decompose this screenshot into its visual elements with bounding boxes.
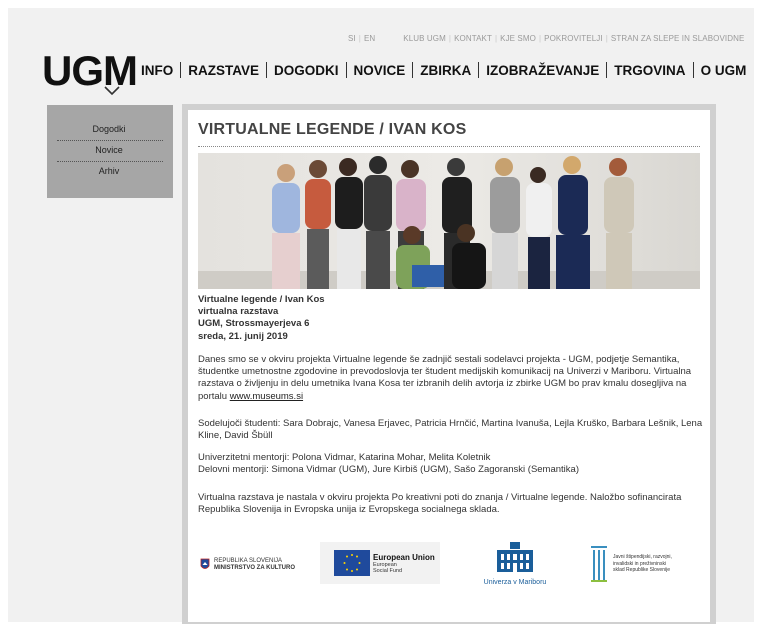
- lang-en-link[interactable]: EN: [361, 34, 378, 43]
- ministry-line-1: REPUBLIKA SLOVENIJA: [214, 558, 283, 564]
- article-paragraph-3: Univerzitetni mentorji: Polona Vidmar, K…: [198, 452, 703, 476]
- article-paragraph-2: Sodelujoči študenti: Sara Dobrajc, Vanes…: [198, 418, 703, 442]
- toplink-kontakt[interactable]: KONTAKT: [451, 34, 495, 43]
- eu-flag-icon: [334, 550, 370, 576]
- sidebar-divider: [57, 140, 163, 141]
- fund-logo: Javni štipendijski, razvojni, invalidski…: [590, 544, 672, 584]
- toplink-pokrovitelji[interactable]: POKROVITELJI: [541, 34, 606, 43]
- sidebar-item-novice[interactable]: Novice: [57, 145, 161, 155]
- um-logo: Univerza v Mariboru: [478, 540, 552, 586]
- slovenia-crest-icon: [200, 558, 210, 569]
- nav-dogodki[interactable]: DOGODKI: [267, 63, 346, 78]
- article-paragraph-1: Danes smo se v okviru projekta Virtualne…: [198, 354, 703, 403]
- ministry-logo: REPUBLIKA SLOVENIJA MINISTRSTVO ZA KULTU…: [200, 558, 295, 572]
- group-photo: [198, 153, 700, 289]
- page-title: VIRTUALNE LEGENDE / IVAN KOS: [198, 121, 467, 138]
- nav-o-ugm[interactable]: O UGM: [694, 63, 754, 78]
- top-links: SI | EN KLUB UGM | KONTAKT | KJE SMO | P…: [345, 34, 747, 43]
- main-navigation: INFO RAZSTAVE DOGODKI NOVICE ZBIRKA IZOB…: [141, 62, 753, 78]
- sidebar: Dogodki Novice Arhiv: [47, 105, 173, 198]
- toplink-kje-smo[interactable]: KJE SMO: [497, 34, 539, 43]
- ugm-logo[interactable]: UGM: [42, 50, 138, 92]
- toplink-klub-ugm[interactable]: KLUB UGM: [400, 34, 449, 43]
- event-info: Virtualne legende / Ivan Kos virtualna r…: [198, 294, 703, 343]
- fund-line-3: sklad Republike Slovenije: [613, 567, 670, 574]
- university-mentors: Univerzitetni mentorji: Polona Vidmar, K…: [198, 452, 491, 463]
- eu-title: European Union: [373, 552, 435, 562]
- event-type-line: virtualna razstava: [198, 306, 279, 318]
- ministry-line-2: MINISTRSTVO ZA KULTURO: [214, 565, 295, 571]
- museums-link[interactable]: www.museums.si: [230, 391, 303, 402]
- fund-columns-icon: [591, 546, 607, 582]
- sidebar-item-arhiv[interactable]: Arhiv: [57, 166, 161, 176]
- um-name: Univerza v Mariboru: [483, 579, 547, 586]
- title-divider: [198, 146, 700, 147]
- nav-razstave[interactable]: RAZSTAVE: [181, 63, 266, 78]
- fund-line-1: Javni štipendijski, razvojni,: [613, 554, 672, 561]
- event-date-line: sreda, 21. junij 2019: [198, 330, 288, 342]
- university-building-icon: [497, 542, 533, 572]
- eu-line-2: Social Fund: [373, 567, 403, 574]
- nav-trgovina[interactable]: TRGOVINA: [607, 63, 692, 78]
- event-location-line: UGM, Strossmayerjeva 6: [198, 318, 310, 330]
- sidebar-item-dogodki[interactable]: Dogodki: [57, 124, 161, 134]
- event-title-line: Virtualne legende / Ivan Kos: [198, 294, 325, 305]
- nav-novice[interactable]: NOVICE: [347, 63, 413, 78]
- sponsor-logos: REPUBLIKA SLOVENIJA MINISTRSTVO ZA KULTU…: [198, 524, 700, 596]
- article-paragraph-4: Virtualna razstava je nastala v okviru p…: [198, 492, 682, 516]
- work-mentors: Delovni mentorji: Simona Vidmar (UGM), J…: [198, 464, 579, 476]
- nav-zbirka[interactable]: ZBIRKA: [413, 63, 478, 78]
- nav-info[interactable]: INFO: [141, 63, 180, 78]
- sidebar-divider: [57, 161, 163, 162]
- lang-si-link[interactable]: SI: [345, 34, 359, 43]
- toplink-stran-za-slepe[interactable]: STRAN ZA SLEPE IN SLABOVIDNE: [608, 34, 748, 43]
- chevron-down-icon: [104, 86, 120, 96]
- eu-logo: European Union European Social Fund: [320, 542, 440, 584]
- nav-izobrazevanje[interactable]: IZOBRAŽEVANJE: [479, 63, 606, 78]
